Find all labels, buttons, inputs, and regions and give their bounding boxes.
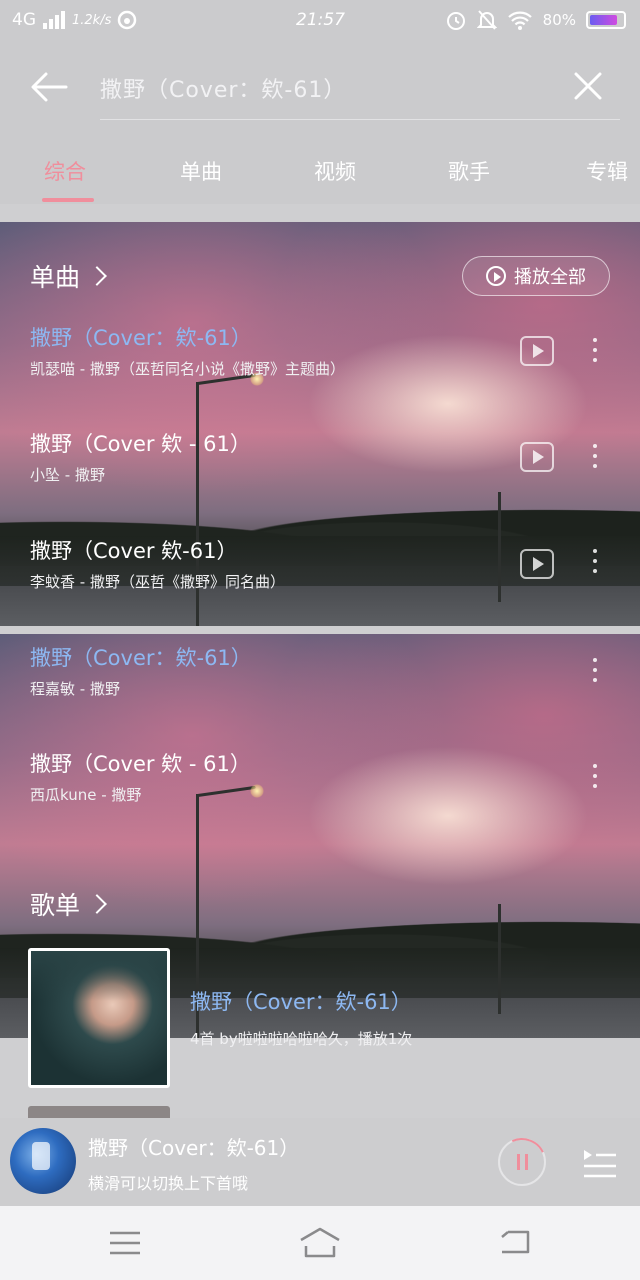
songs-section-title: 单曲	[30, 263, 81, 292]
now-playing-hint: 横滑可以切换上下首哦	[88, 1174, 249, 1193]
tab-albums[interactable]: 专辑	[586, 156, 628, 186]
back-arrow-icon[interactable]	[28, 66, 70, 108]
battery-percent: 80%	[542, 11, 576, 29]
song-subtitle: 李蚊香 - 撒野（巫哲《撒野》同名曲）	[30, 573, 285, 591]
alarm-icon	[446, 12, 465, 30]
play-queue-icon[interactable]	[582, 1144, 618, 1180]
search-header: 撒野（Cover：欸-61）	[0, 44, 640, 134]
tab-songs[interactable]: 单曲	[180, 156, 222, 186]
more-options-icon[interactable]	[590, 658, 600, 688]
song-title: 撒野（Cover：欸-61）	[30, 326, 252, 350]
status-bar: 4G 1.2k/s 21:57 80%	[0, 0, 640, 44]
play-all-button[interactable]: 播放全部	[462, 256, 610, 296]
tab-artists[interactable]: 歌手	[448, 156, 490, 186]
close-icon[interactable]	[570, 68, 606, 104]
playlists-section-title: 歌单	[30, 891, 81, 920]
mv-play-icon[interactable]	[520, 549, 554, 579]
status-time: 21:57	[296, 10, 345, 30]
status-left: 4G 1.2k/s	[12, 10, 137, 30]
playlist-title[interactable]: 撒野（Cover：欸-61）	[190, 986, 412, 1016]
song-subtitle: 程嘉敏 - 撒野	[30, 680, 120, 698]
search-tabs: 综合 单曲 视频 歌手 专辑	[0, 134, 640, 204]
signal-icon	[43, 11, 65, 29]
menu-icon[interactable]	[108, 1230, 142, 1256]
song-item[interactable]: 撒野（Cover：欸-61） 凯瑟喵 - 撒野（巫哲同名小说《撒野》主题曲）	[30, 322, 630, 402]
app-notification-icon	[118, 10, 137, 30]
status-right: 80%	[445, 9, 626, 31]
chevron-right-icon	[87, 894, 107, 914]
playback-progress-ring	[491, 1131, 553, 1193]
network-speed: 1.2k/s	[72, 12, 112, 28]
more-options-icon[interactable]	[590, 338, 600, 368]
song-subtitle: 凯瑟喵 - 撒野（巫哲同名小说《撒野》主题曲）	[30, 360, 345, 378]
song-item[interactable]: 撒野（Cover 欸-61） 李蚊香 - 撒野（巫哲《撒野》同名曲）	[30, 535, 630, 615]
mv-play-icon[interactable]	[520, 336, 554, 366]
now-playing-title: 撒野（Cover：欸-61）	[88, 1136, 300, 1160]
more-options-icon[interactable]	[590, 444, 600, 474]
song-title: 撒野（Cover 欸 - 61）	[30, 752, 251, 776]
tab-videos[interactable]: 视频	[314, 156, 356, 186]
network-type: 4G	[12, 10, 36, 30]
home-icon[interactable]	[298, 1226, 342, 1258]
songs-section-header[interactable]: 单曲	[30, 258, 107, 294]
song-subtitle: 西瓜kune - 撒野	[30, 786, 142, 804]
utility-pole	[498, 904, 501, 1014]
song-item[interactable]: 撒野（Cover 欸 - 61） 小坠 - 撒野	[30, 428, 630, 508]
playlist-subtitle: 4首 by啦啦啦哈啦哈久，播放1次	[190, 1030, 413, 1048]
song-item[interactable]: 撒野（Cover 欸 - 61） 西瓜kune - 撒野	[30, 748, 630, 828]
song-title: 撒野（Cover 欸 - 61）	[30, 432, 251, 456]
tab-all[interactable]: 综合	[44, 156, 86, 186]
battery-icon	[586, 11, 626, 29]
play-all-label: 播放全部	[514, 267, 586, 288]
mv-play-icon[interactable]	[520, 442, 554, 472]
mute-bell-icon	[476, 10, 497, 30]
song-item[interactable]: 撒野（Cover：欸-61） 程嘉敏 - 撒野	[30, 642, 630, 722]
search-input[interactable]: 撒野（Cover：欸-61）	[100, 72, 620, 120]
playlists-section-header[interactable]: 歌单	[30, 886, 107, 922]
song-subtitle: 小坠 - 撒野	[30, 466, 105, 484]
song-title: 撒野（Cover 欸-61）	[30, 539, 238, 563]
song-title: 撒野（Cover：欸-61）	[30, 646, 252, 670]
wifi-icon	[507, 11, 532, 30]
playlist-cover-image[interactable]	[28, 948, 170, 1088]
back-nav-icon[interactable]	[498, 1228, 532, 1256]
now-playing-cover[interactable]	[10, 1128, 76, 1194]
play-circle-icon	[486, 266, 506, 286]
chevron-right-icon	[87, 266, 107, 286]
more-options-icon[interactable]	[590, 764, 600, 794]
more-options-icon[interactable]	[590, 549, 600, 579]
active-tab-indicator	[42, 198, 94, 202]
mini-player[interactable]: 撒野（Cover：欸-61） 横滑可以切换上下首哦	[0, 1118, 640, 1206]
system-nav-bar	[0, 1206, 640, 1280]
